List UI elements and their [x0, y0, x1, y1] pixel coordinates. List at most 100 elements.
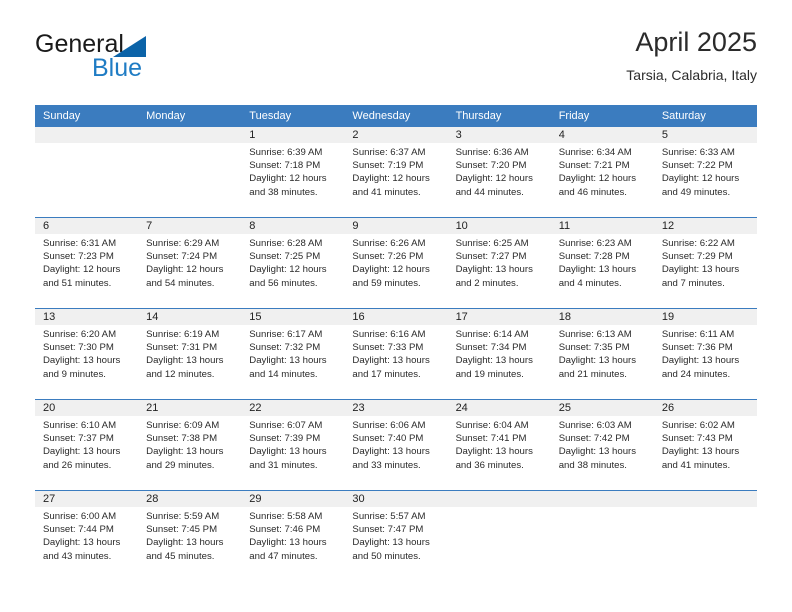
sunset-text: Sunset: 7:42 PM: [558, 433, 630, 445]
calendar-day-cell[interactable]: 30 Sunrise: 5:57 AM Sunset: 7:47 PM Dayligh…: [344, 490, 448, 581]
calendar-day-cell[interactable]: 18 Sunrise: 6:13 AM Sunset: 7:35 PM Dayligh…: [550, 308, 654, 400]
calendar-day-cell[interactable]: 24 Sunrise: 6:04 AM Sunset: 7:41 PM Dayligh…: [447, 399, 551, 491]
daylight-text-line1: Daylight: 13 hours: [146, 446, 224, 458]
daylight-text-line1: Daylight: 13 hours: [558, 446, 637, 458]
calendar-day-cell-empty: [138, 127, 242, 218]
daylight-text-line1: Daylight: 13 hours: [455, 264, 533, 276]
daylight-text-line1: Daylight: 13 hours: [661, 446, 740, 458]
daylight-text-line1: Daylight: 13 hours: [352, 355, 430, 367]
title-block: April 2025 Tarsia, Calabria, Italy: [626, 27, 757, 83]
calendar-day-cell[interactable]: 20 Sunrise: 6:10 AM Sunset: 7:37 PM Dayligh…: [35, 399, 139, 491]
day-number: 6: [35, 218, 139, 234]
day-details: Sunrise: 6:39 AM Sunset: 7:18 PM Daylight:…: [241, 143, 344, 199]
calendar-day-cell[interactable]: 29 Sunrise: 5:58 AM Sunset: 7:46 PM Dayligh…: [241, 490, 345, 581]
sunset-text: Sunset: 7:20 PM: [455, 160, 527, 172]
day-details: Sunrise: 6:09 AM Sunset: 7:38 PM Daylight:…: [138, 416, 241, 472]
sunrise-text: Sunrise: 6:36 AM: [455, 147, 529, 158]
calendar-day-cell[interactable]: 9 Sunrise: 6:26 AM Sunset: 7:26 PM Daylight…: [344, 217, 448, 309]
calendar-day-cell[interactable]: 19 Sunrise: 6:11 AM Sunset: 7:36 PM Dayligh…: [653, 308, 757, 400]
day-details: Sunrise: 6:33 AM Sunset: 7:22 PM Daylight:…: [654, 143, 757, 199]
daylight-text-line2: and 9 minutes.: [43, 368, 106, 380]
daylight-text-line1: Daylight: 13 hours: [146, 537, 224, 549]
calendar-day-cell[interactable]: 14 Sunrise: 6:19 AM Sunset: 7:31 PM Dayligh…: [138, 308, 242, 400]
weekday-header-tuesday: Tuesday: [241, 105, 345, 127]
day-details: Sunrise: 6:13 AM Sunset: 7:35 PM Daylight:…: [551, 325, 654, 381]
day-details: Sunrise: 6:23 AM Sunset: 7:28 PM Daylight:…: [551, 234, 654, 290]
daylight-text-line1: Daylight: 13 hours: [558, 264, 637, 276]
day-number: 2: [344, 127, 448, 143]
sunset-text: Sunset: 7:33 PM: [352, 342, 424, 354]
calendar-day-cell[interactable]: 16 Sunrise: 6:16 AM Sunset: 7:33 PM Dayligh…: [344, 308, 448, 400]
calendar-day-cell[interactable]: 27 Sunrise: 6:00 AM Sunset: 7:44 PM Dayligh…: [35, 490, 139, 581]
day-details: Sunrise: 6:19 AM Sunset: 7:31 PM Daylight:…: [138, 325, 241, 381]
day-details: Sunrise: 6:37 AM Sunset: 7:19 PM Daylight:…: [344, 143, 447, 199]
day-details: Sunrise: 6:17 AM Sunset: 7:32 PM Daylight:…: [241, 325, 344, 381]
day-number: 3: [447, 127, 551, 143]
day-number: 10: [447, 218, 551, 234]
sunset-text: Sunset: 7:35 PM: [558, 342, 630, 354]
calendar-day-cell[interactable]: 10 Sunrise: 6:25 AM Sunset: 7:27 PM Dayligh…: [447, 217, 551, 309]
weekday-header-wednesday: Wednesday: [344, 105, 448, 127]
day-details: Sunrise: 5:59 AM Sunset: 7:45 PM Daylight:…: [138, 507, 241, 563]
calendar-day-cell[interactable]: 5 Sunrise: 6:33 AM Sunset: 7:22 PM Daylight…: [653, 127, 757, 218]
sunrise-text: Sunrise: 6:07 AM: [249, 420, 323, 431]
daylight-text-line1: Daylight: 13 hours: [352, 446, 430, 458]
day-number: 14: [138, 309, 242, 325]
calendar-day-cell-empty: [35, 127, 139, 218]
calendar-day-cell[interactable]: 1 Sunrise: 6:39 AM Sunset: 7:18 PM Daylight…: [241, 127, 345, 218]
calendar-day-cell[interactable]: 22 Sunrise: 6:07 AM Sunset: 7:39 PM Dayligh…: [241, 399, 345, 491]
calendar-day-cell[interactable]: 3 Sunrise: 6:36 AM Sunset: 7:20 PM Daylight…: [447, 127, 551, 218]
sunrise-text: Sunrise: 6:11 AM: [661, 329, 735, 340]
sunrise-text: Sunrise: 6:20 AM: [43, 329, 117, 340]
sunset-text: Sunset: 7:19 PM: [352, 160, 424, 172]
calendar-day-cell[interactable]: 25 Sunrise: 6:03 AM Sunset: 7:42 PM Dayligh…: [550, 399, 654, 491]
daylight-text-line2: and 29 minutes.: [146, 459, 215, 471]
daylight-text-line2: and 56 minutes.: [249, 277, 318, 289]
day-details: Sunrise: 6:00 AM Sunset: 7:44 PM Daylight:…: [35, 507, 138, 563]
sunset-text: Sunset: 7:23 PM: [43, 251, 114, 263]
daylight-text-line1: Daylight: 13 hours: [352, 537, 430, 549]
calendar-day-cell[interactable]: 6 Sunrise: 6:31 AM Sunset: 7:23 PM Daylight…: [35, 217, 139, 309]
day-number: 4: [550, 127, 654, 143]
day-number: 27: [35, 491, 139, 507]
daylight-text-line2: and 38 minutes.: [558, 459, 627, 471]
daylight-text-line2: and 49 minutes.: [661, 186, 731, 198]
day-number: 17: [447, 309, 551, 325]
sunrise-text: Sunrise: 6:23 AM: [558, 238, 632, 249]
daylight-text-line1: Daylight: 13 hours: [558, 355, 637, 367]
daylight-text-line1: Daylight: 12 hours: [352, 173, 430, 185]
calendar-day-cell[interactable]: 23 Sunrise: 6:06 AM Sunset: 7:40 PM Dayligh…: [344, 399, 448, 491]
day-details: Sunrise: 6:07 AM Sunset: 7:39 PM Daylight:…: [241, 416, 344, 472]
day-number: 21: [138, 400, 242, 416]
calendar-day-cell[interactable]: 2 Sunrise: 6:37 AM Sunset: 7:19 PM Daylight…: [344, 127, 448, 218]
sunset-text: Sunset: 7:43 PM: [661, 433, 733, 445]
calendar-day-cell[interactable]: 17 Sunrise: 6:14 AM Sunset: 7:34 PM Dayligh…: [447, 308, 551, 400]
calendar-day-cell[interactable]: 11 Sunrise: 6:23 AM Sunset: 7:28 PM Dayligh…: [550, 217, 654, 309]
daylight-text-line2: and 44 minutes.: [455, 186, 524, 198]
calendar-day-cell[interactable]: 7 Sunrise: 6:29 AM Sunset: 7:24 PM Daylight…: [138, 217, 242, 309]
day-number: 18: [550, 309, 654, 325]
calendar-day-cell[interactable]: 28 Sunrise: 5:59 AM Sunset: 7:45 PM Dayligh…: [138, 490, 242, 581]
calendar-day-cell[interactable]: 13 Sunrise: 6:20 AM Sunset: 7:30 PM Dayligh…: [35, 308, 139, 400]
day-number: 5: [653, 127, 757, 143]
daylight-text-line2: and 4 minutes.: [558, 277, 622, 289]
daylight-text-line2: and 19 minutes.: [455, 368, 524, 380]
calendar-day-cell[interactable]: 21 Sunrise: 6:09 AM Sunset: 7:38 PM Dayligh…: [138, 399, 242, 491]
sunrise-text: Sunrise: 6:29 AM: [146, 238, 220, 249]
calendar-day-cell[interactable]: 4 Sunrise: 6:34 AM Sunset: 7:21 PM Daylight…: [550, 127, 654, 218]
daylight-text-line2: and 47 minutes.: [249, 550, 318, 562]
sunset-text: Sunset: 7:25 PM: [249, 251, 321, 263]
day-number: [35, 127, 139, 143]
day-details: Sunrise: 6:20 AM Sunset: 7:30 PM Daylight:…: [35, 325, 138, 381]
calendar-day-cell[interactable]: 8 Sunrise: 6:28 AM Sunset: 7:25 PM Daylight…: [241, 217, 345, 309]
calendar-day-cell[interactable]: 15 Sunrise: 6:17 AM Sunset: 7:32 PM Dayligh…: [241, 308, 345, 400]
day-details: Sunrise: 6:03 AM Sunset: 7:42 PM Daylight:…: [551, 416, 654, 472]
calendar-body: 1 Sunrise: 6:39 AM Sunset: 7:18 PM Daylight…: [35, 127, 757, 581]
daylight-text-line2: and 59 minutes.: [352, 277, 421, 289]
daylight-text-line2: and 31 minutes.: [249, 459, 318, 471]
calendar-day-cell[interactable]: 12 Sunrise: 6:22 AM Sunset: 7:29 PM Dayligh…: [653, 217, 757, 309]
calendar-day-cell[interactable]: 26 Sunrise: 6:02 AM Sunset: 7:43 PM Dayligh…: [653, 399, 757, 491]
brand-logo[interactable]: General Blue: [35, 32, 245, 92]
weekday-header-saturday: Saturday: [653, 105, 757, 127]
sunset-text: Sunset: 7:45 PM: [146, 524, 218, 536]
